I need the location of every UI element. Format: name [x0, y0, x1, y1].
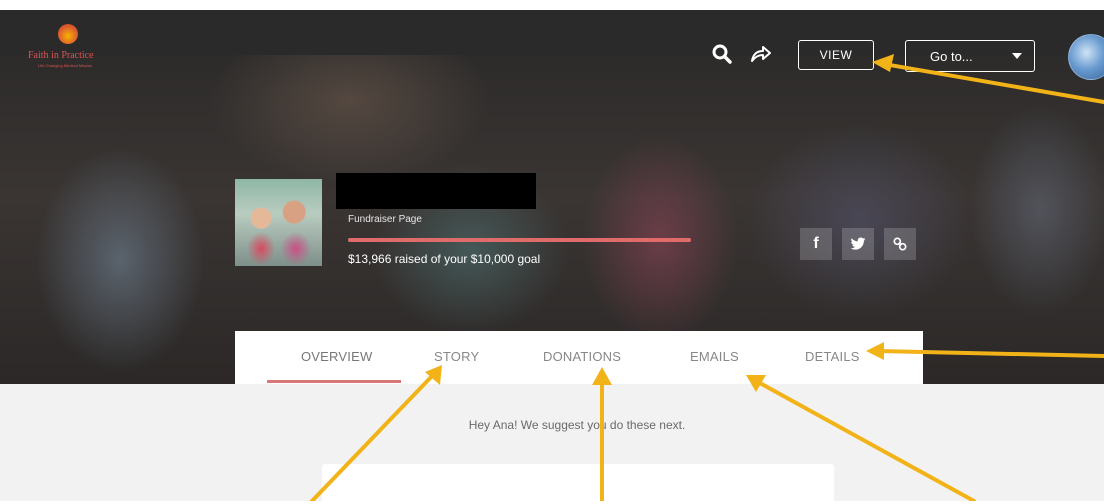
progress-bar: [348, 238, 691, 242]
tab-overview[interactable]: OVERVIEW: [301, 349, 372, 364]
tab-details[interactable]: DETAILS: [805, 349, 860, 364]
active-tab-indicator: [267, 380, 401, 383]
twitter-share-button[interactable]: [842, 228, 874, 260]
fundraiser-name-redacted: [336, 173, 536, 209]
suggestion-text: Hey Ana! We suggest you do these next.: [468, 418, 686, 432]
fundraiser-photo: [235, 179, 322, 266]
caret-down-icon: [1012, 53, 1022, 59]
page-type-label: Fundraiser Page: [348, 214, 422, 225]
tab-bar: OVERVIEW STORY DONATIONS EMAILS DETAILS: [235, 331, 923, 384]
twitter-icon: [850, 237, 866, 250]
search-icon[interactable]: [710, 42, 734, 66]
tab-donations[interactable]: DONATIONS: [543, 349, 621, 364]
facebook-icon: f: [813, 235, 819, 252]
share-arrow-icon[interactable]: [749, 42, 773, 66]
tab-story[interactable]: STORY: [434, 349, 479, 364]
view-button[interactable]: VIEW: [798, 40, 874, 70]
flame-icon: [58, 24, 78, 44]
facebook-share-button[interactable]: f: [800, 228, 832, 260]
main-content: Hey Ana! We suggest you do these next.: [0, 384, 1104, 504]
link-icon: [893, 237, 907, 251]
top-strip: [0, 0, 1104, 10]
tab-emails[interactable]: EMAILS: [690, 349, 739, 364]
suggestion-card: [322, 464, 834, 504]
raised-summary: $13,966 raised of your $10,000 goal: [348, 252, 541, 266]
goto-label: Go to...: [930, 48, 973, 64]
copy-link-button[interactable]: [884, 228, 916, 260]
brand-logo[interactable]: Faith in Practice Life Changing Medical …: [28, 24, 110, 70]
progress-fill: [348, 238, 691, 242]
brand-tagline: Life Changing Medical Mission: [38, 63, 93, 68]
brand-name: Faith in Practice: [28, 50, 94, 61]
goto-dropdown[interactable]: Go to...: [905, 40, 1035, 72]
